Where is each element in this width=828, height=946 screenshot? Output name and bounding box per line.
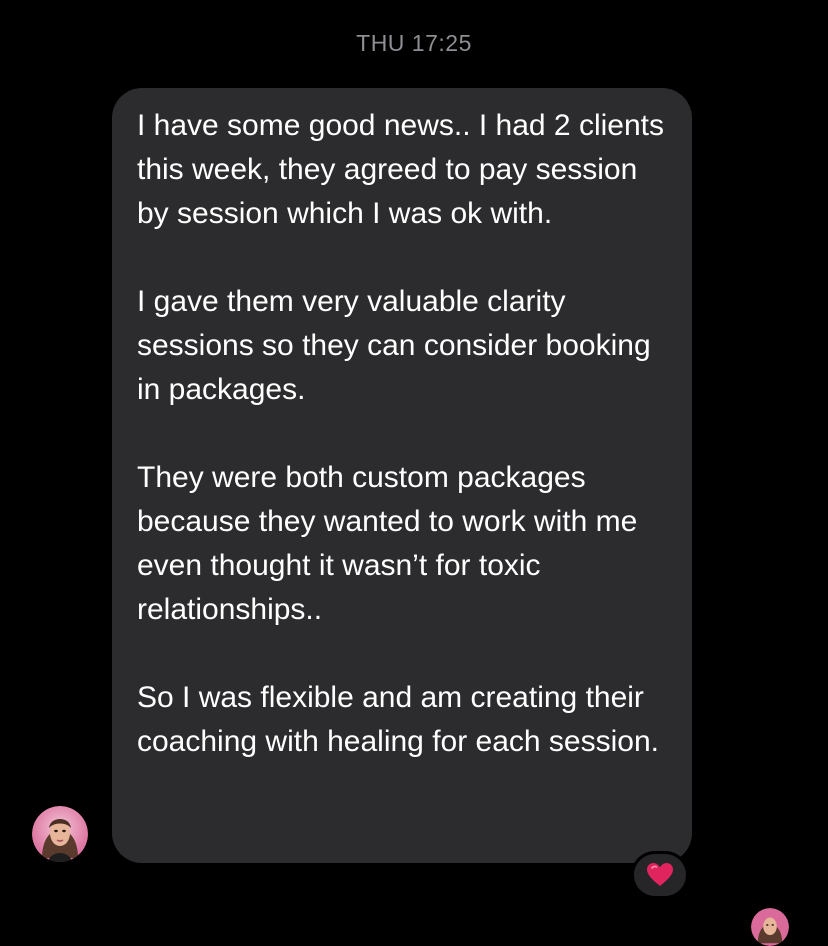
- message-paragraph: I gave them very valuable clarity sessio…: [137, 285, 651, 406]
- read-receipt-avatar: [751, 908, 789, 946]
- message-paragraph: So I was flexible and am creating their …: [137, 681, 659, 758]
- message-timestamp: THU 17:25: [356, 30, 472, 56]
- seen-avatar-icon: [751, 908, 789, 946]
- message-paragraph: I have some good news.. I had 2 clients …: [137, 109, 664, 230]
- message-paragraph: They were both custom packages because t…: [137, 461, 638, 626]
- message-bubble[interactable]: I have some good news.. I had 2 clients …: [112, 88, 692, 863]
- reaction-badge[interactable]: [631, 851, 689, 899]
- sender-avatar[interactable]: [32, 806, 88, 862]
- profile-avatar-icon: [32, 806, 88, 862]
- red-heart-icon: [647, 863, 673, 886]
